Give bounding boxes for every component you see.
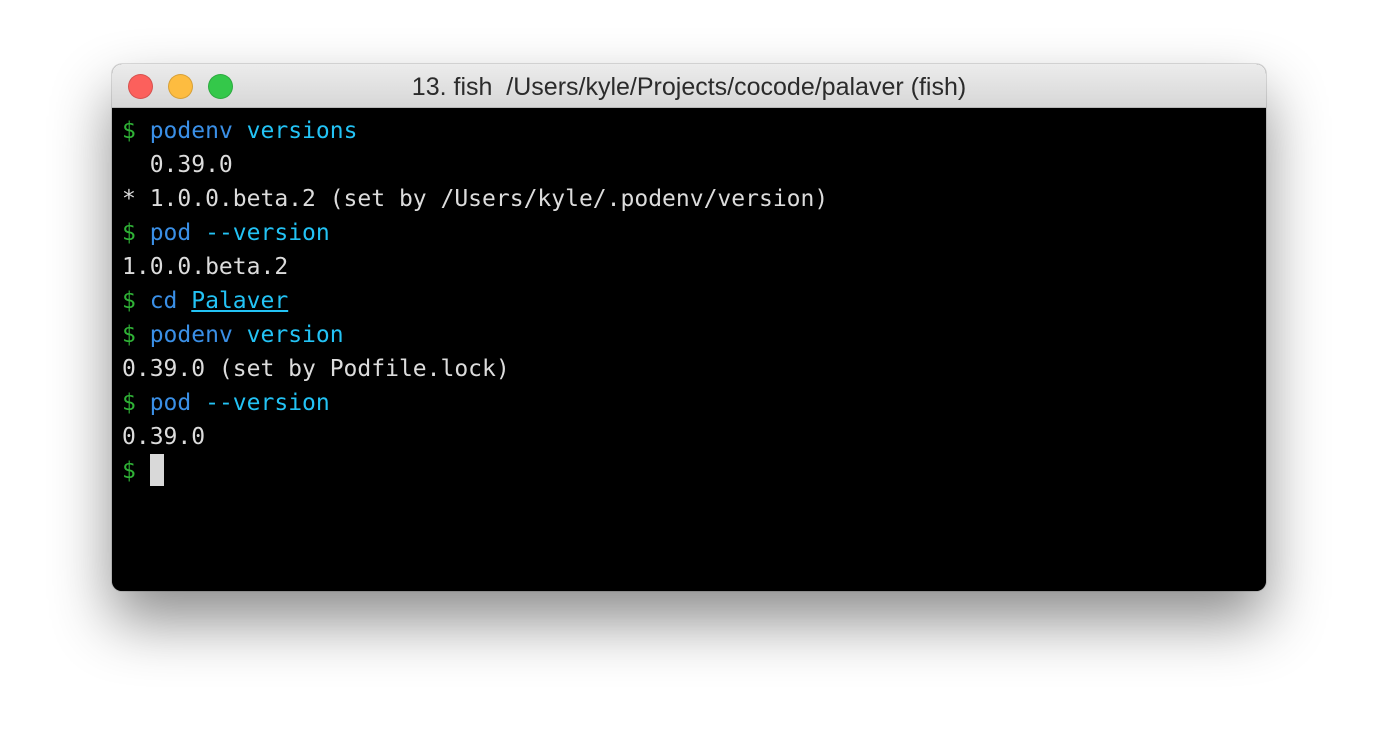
terminal-output[interactable]: $ podenv versions 0.39.0 * 1.0.0.beta.2 (…: [112, 108, 1266, 591]
output-text: 1.0.0.beta.2: [122, 254, 289, 280]
command-name: podenv: [149, 322, 233, 348]
terminal-line: $ podenv version: [122, 318, 1266, 352]
command-argument: --version: [205, 390, 330, 416]
text-cursor: [149, 454, 164, 486]
terminal-line: $ podenv versions: [122, 114, 1266, 148]
command-argument: versions: [246, 118, 358, 144]
terminal-line: 0.39.0 (set by Podfile.lock): [122, 352, 1266, 386]
command-name: podenv: [149, 118, 233, 144]
command-name: cd: [149, 288, 178, 314]
output-text: 0.39.0: [122, 424, 206, 450]
prompt-symbol: $: [122, 220, 150, 246]
command-name: pod: [149, 220, 192, 246]
prompt-symbol: $: [122, 322, 150, 348]
command-argument: version: [246, 322, 344, 348]
command-name: pod: [149, 390, 192, 416]
prompt-symbol: $: [122, 458, 150, 484]
prompt-symbol: $: [122, 390, 150, 416]
terminal-line: 0.39.0: [122, 148, 1266, 182]
terminal-line: 1.0.0.beta.2: [122, 250, 1266, 284]
terminal-line: $: [122, 454, 1266, 488]
terminal-line: 0.39.0: [122, 420, 1266, 454]
window-title: 13. fish /Users/kyle/Projects/cocode/pal…: [411, 73, 967, 101]
terminal-line: * 1.0.0.beta.2 (set by /Users/kyle/.pode…: [122, 182, 1266, 216]
terminal-window[interactable]: 13. fish /Users/kyle/Projects/cocode/pal…: [112, 64, 1266, 591]
title-bar[interactable]: 13. fish /Users/kyle/Projects/cocode/pal…: [112, 64, 1266, 108]
prompt-symbol: $: [122, 118, 150, 144]
prompt-symbol: $: [122, 288, 150, 314]
output-text: * 1.0.0.beta.2 (set by /Users/kyle/.pode…: [122, 186, 829, 212]
terminal-line: $ pod --version: [122, 386, 1266, 420]
path-link[interactable]: Palaver: [191, 288, 288, 314]
command-argument: --version: [205, 220, 330, 246]
output-text: 0.39.0: [122, 152, 233, 178]
terminal-line: $ cd Palaver: [122, 284, 1266, 318]
terminal-line: $ pod --version: [122, 216, 1266, 250]
output-text: 0.39.0 (set by Podfile.lock): [122, 356, 510, 382]
